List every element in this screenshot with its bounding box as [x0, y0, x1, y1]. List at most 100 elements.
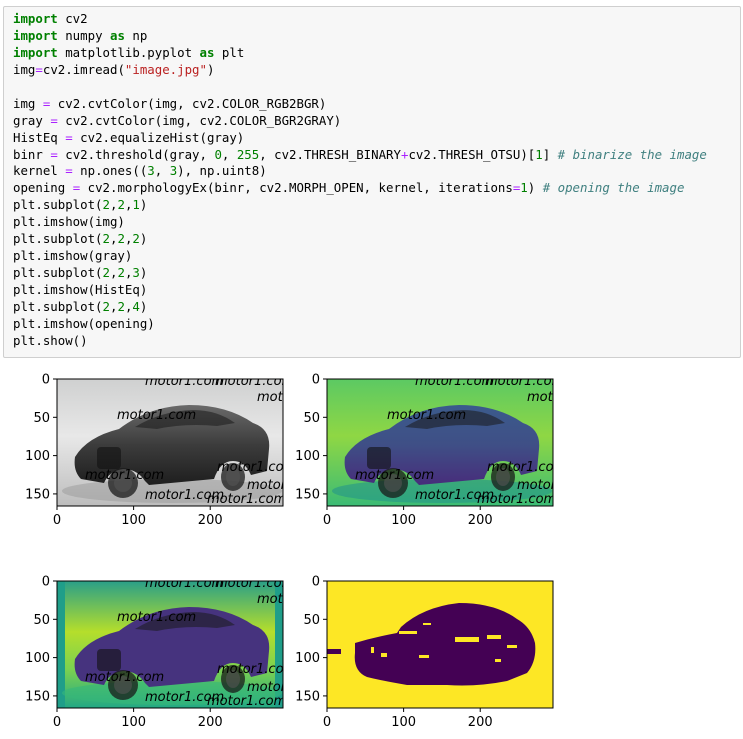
code-cell[interactable]: import cv2 import numpy as np import matpl… — [3, 6, 741, 358]
code-line: opening = cv2.morphologyEx(binr, cv2.MOR… — [13, 180, 707, 197]
code-token: matplotlib.pyplot — [57, 44, 200, 60]
image-gray: motor1.commotor1.commotor1.commotor1.com… — [327, 374, 596, 507]
ytick-label: 100 — [25, 449, 50, 464]
code-token: ) — [206, 61, 215, 77]
subplot-gray: motor1.commotor1.commotor1.commotor1.com… — [295, 373, 596, 528]
code-token: ) — [139, 231, 148, 247]
code-line: plt.show() — [13, 333, 707, 350]
code-line: kernel = np.ones((3, 3), np.uint8) — [13, 163, 707, 180]
watermark-text: motor1.com — [517, 478, 596, 493]
code-line: plt.subplot(2,2,2) — [13, 231, 707, 248]
xtick-label: 0 — [53, 715, 61, 730]
code-token: 4 — [132, 298, 140, 314]
watermark-text: motor1.com — [145, 576, 224, 591]
code-token: = — [65, 129, 73, 145]
ytick-label: 50 — [33, 613, 50, 628]
code-line: binr = cv2.threshold(gray, 0, 255, cv2.T… — [13, 147, 707, 164]
ytick-label: 0 — [42, 575, 50, 590]
subplot-HistEq: motor1.commotor1.commotor1.commotor1.com… — [25, 575, 294, 730]
code-line: plt.subplot(2,2,4) — [13, 299, 707, 316]
ytick-label: 150 — [25, 487, 50, 502]
code-line: HistEq = cv2.equalizeHist(gray) — [13, 130, 707, 147]
code-token: # binarize the image — [557, 146, 707, 162]
code-token: ) — [139, 197, 148, 213]
xtick-label: 0 — [323, 513, 331, 528]
code-token: # opening the image — [542, 180, 685, 196]
code-token: , cv2.THRESH_BINARY — [259, 146, 401, 162]
matplotlib-figure: motor1.commotor1.commotor1.commotor1.com… — [25, 373, 596, 730]
code-token: img — [13, 95, 43, 111]
ytick-label: 0 — [42, 373, 50, 388]
code-token: 1 — [132, 197, 140, 213]
code-token: plt.subplot( — [13, 265, 103, 281]
subplot-opening: 0501001500 100 200 — [295, 575, 554, 730]
code-token: 3 — [147, 163, 155, 179]
ytick-label: 150 — [295, 689, 320, 704]
code-token: gray — [13, 112, 51, 128]
code-editor[interactable]: import cv2 import numpy as np import matpl… — [13, 11, 707, 350]
watermark-text: motor1.com — [415, 374, 494, 389]
ytick-label: 150 — [295, 487, 320, 502]
code-token: 1 — [535, 146, 543, 162]
code-token: "image.jpg" — [124, 61, 207, 77]
code-line: plt.subplot(2,2,1) — [13, 197, 707, 214]
watermark-text: motor1.com — [487, 460, 566, 475]
code-token: HistEq — [13, 129, 66, 145]
code-token: 2 — [117, 231, 125, 247]
code-token: ) — [139, 298, 148, 314]
subplot-img: motor1.commotor1.commotor1.commotor1.com… — [25, 373, 296, 528]
code-token: ) — [527, 180, 543, 196]
code-token: plt.imshow(HistEq) — [13, 282, 148, 297]
code-token: = — [65, 163, 73, 179]
code-token: np — [124, 27, 148, 43]
code-token: 2 — [102, 298, 110, 314]
code-token: = — [35, 61, 43, 77]
xtick-label: 200 — [198, 513, 223, 528]
code-token: img — [13, 61, 36, 77]
watermark-text: motor1.com — [477, 492, 556, 507]
code-token: 255 — [236, 146, 260, 162]
code-token: 2 — [117, 265, 125, 281]
code-token: as — [199, 44, 215, 60]
watermark-text: motor1.com — [215, 576, 294, 591]
code-token: = — [50, 146, 58, 162]
code-token: cv2.imread( — [42, 61, 125, 77]
code-token: as — [109, 27, 125, 43]
code-token: plt.imshow(img) — [13, 214, 125, 230]
code-line: plt.imshow(gray) — [13, 248, 707, 265]
ytick-label: 50 — [303, 613, 320, 628]
watermark-text: motor1.com — [85, 670, 164, 685]
code-token: ), np.uint8) — [177, 163, 267, 179]
image-opening — [327, 581, 553, 708]
watermark-text: motor1.com — [387, 408, 466, 423]
code-token: plt.subplot( — [13, 197, 103, 213]
watermark-text: motor1.com — [117, 408, 196, 423]
xtick-label: 200 — [198, 715, 223, 730]
xtick-label: 0 — [323, 715, 331, 730]
code-token: plt.subplot( — [13, 231, 103, 247]
code-token: plt.imshow(opening) — [13, 315, 155, 331]
watermark-text: motor1.com — [207, 694, 286, 709]
ytick-label: 150 — [25, 689, 50, 704]
code-line: plt.imshow(opening) — [13, 316, 707, 333]
code-token: cv2 — [57, 11, 88, 26]
code-token: 2 — [117, 298, 125, 314]
watermark-text: motor1.com — [117, 610, 196, 625]
code-token: cv2.morphologyEx(binr, cv2.MORPH_OPEN, k… — [80, 180, 513, 196]
code-token: kernel — [13, 163, 66, 179]
code-line: plt.subplot(2,2,3) — [13, 265, 707, 282]
code-token: numpy — [57, 27, 110, 43]
code-token: plt.imshow(gray) — [13, 248, 133, 264]
code-token: cv2.THRESH_OTSU)[ — [408, 146, 536, 162]
ytick-label: 0 — [312, 575, 320, 590]
code-line: img = cv2.cvtColor(img, cv2.COLOR_RGB2BG… — [13, 96, 707, 113]
ytick-label: 100 — [295, 651, 320, 666]
ytick-label: 50 — [303, 411, 320, 426]
xtick-label: 100 — [121, 715, 146, 730]
code-token: 0 — [214, 146, 222, 162]
xtick-label: 100 — [391, 513, 416, 528]
code-token: cv2.threshold(gray, — [57, 146, 215, 162]
watermark-text: motor1.com — [217, 460, 296, 475]
xtick-label: 200 — [468, 513, 493, 528]
code-token: plt.show() — [13, 332, 88, 348]
